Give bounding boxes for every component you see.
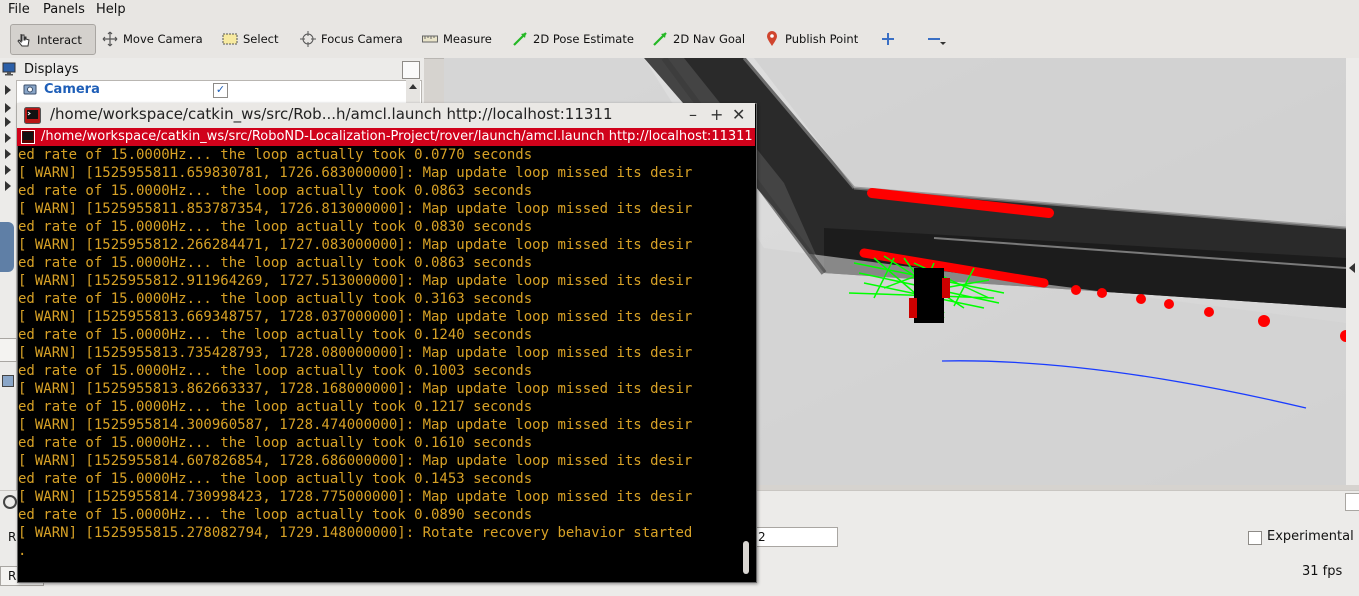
crosshair-icon [300,31,316,47]
terminal-line: [ WARN] [1525955813.862663337, 1728.1680… [18,381,693,397]
menu-bar: File Panels Help [0,0,1359,21]
add-tool-button[interactable] [880,28,901,50]
publish-point-button[interactable]: Publish Point [764,28,858,50]
terminal-app-icon [24,107,41,124]
terminal-line: ed rate of 15.0000Hz... the loop actuall… [18,471,533,487]
displays-title: Displays [24,62,79,77]
pointer-icon [16,32,32,48]
terminal-line: [ WARN] [1525955811.659830781, 1726.6830… [18,165,693,181]
terminal-scrollbar[interactable] [740,146,754,580]
camera-display-icon [23,82,37,96]
terminal-line: [ WARN] [1525955814.300960587, 1728.4740… [18,417,693,433]
terminal-line: ed rate of 15.0000Hz... the loop actuall… [18,435,533,451]
close-icon[interactable]: ✕ [732,105,745,124]
map-pin-icon [764,31,780,47]
terminal-line: [ WARN] [1525955814.730998423, 1728.7750… [18,489,693,505]
clock-icon [3,495,17,509]
tree-gutter [0,80,16,510]
ruler-icon [422,31,438,47]
move-icon [102,31,118,47]
menu-panels[interactable]: Panels [43,2,85,17]
panel-checkbox-right[interactable] [1345,493,1359,511]
focus-camera-button[interactable]: Focus Camera [300,28,403,50]
terminal-line: ed rate of 15.0000Hz... the loop actuall… [18,147,533,163]
select-box-icon [222,31,238,47]
expand-arrow-icon[interactable] [5,149,11,159]
panel-float-button[interactable] [402,61,420,79]
expand-arrow-icon[interactable] [5,85,11,95]
expand-arrow-icon[interactable] [5,181,11,191]
pose-estimate-button[interactable]: 2D Pose Estimate [512,28,634,50]
terminal-line: ed rate of 15.0000Hz... the loop actuall… [18,363,533,379]
terminal-scroll-thumb[interactable] [743,541,749,574]
panel-button-fragment[interactable] [0,338,17,362]
ros-time-label-fragment: R [8,530,17,544]
terminal-line: ed rate of 15.0000Hz... the loop actuall… [18,507,533,523]
display-item-camera[interactable]: Camera [44,82,100,97]
terminal-line: ed rate of 15.0000Hz... the loop actuall… [18,183,533,199]
expand-arrow-icon[interactable] [5,165,11,175]
expand-arrow-icon[interactable] [5,117,11,127]
terminal-tab-title[interactable]: /home/workspace/catkin_ws/src/RoboND-Loc… [41,129,753,144]
terminal-line: ed rate of 15.0000Hz... the loop actuall… [18,255,533,271]
green-arrow-icon [512,31,528,47]
minimize-icon[interactable]: – [689,105,697,124]
terminal-line: [ WARN] [1525955811.853787354, 1726.8130… [18,201,693,217]
experimental-checkbox[interactable] [1248,531,1262,545]
terminal-title: /home/workspace/catkin_ws/src/Rob...h/am… [50,105,613,123]
remove-tool-button[interactable] [926,28,947,50]
terminal-line: ed rate of 15.0000Hz... the loop actuall… [18,399,533,415]
right-dock-strip [1346,58,1359,485]
collapse-arrow-icon[interactable] [1349,263,1355,273]
terminal-line: [ WARN] [1525955812.911964269, 1727.5130… [18,273,693,289]
wall-elapsed-field[interactable]: 2 [755,527,838,547]
terminal-line: [ WARN] [1525955814.607826854, 1728.6860… [18,453,693,469]
expand-arrow-icon[interactable] [5,133,11,143]
terminal-output[interactable]: ed rate of 15.0000Hz... the loop actuall… [18,146,740,580]
terminal-line: [ WARN] [1525955812.266284471, 1727.0830… [18,237,693,253]
menu-file[interactable]: File [8,2,30,17]
terminal-line: [ WARN] [1525955815.278082794, 1729.1480… [18,525,693,541]
interact-button[interactable]: Interact [10,24,96,55]
tool-bar: Interact Move Camera Select Focus Camera… [0,20,1359,59]
maximize-icon[interactable]: + [710,105,723,124]
terminal-line: [ WARN] [1525955813.735428793, 1728.0800… [18,345,693,361]
expand-arrow-icon[interactable] [5,103,11,113]
terminal-line: . [18,543,27,559]
dropdown-arrow-icon [940,42,946,45]
views-icon [2,375,14,387]
measure-button[interactable]: Measure [422,28,492,50]
fps-readout: 31 fps [1302,564,1343,579]
nav-goal-button[interactable]: 2D Nav Goal [652,28,745,50]
terminal-line: [ WARN] [1525955813.669348757, 1728.0370… [18,309,693,325]
plus-icon [880,31,896,47]
terminal-line: ed rate of 15.0000Hz... the loop actuall… [18,219,533,235]
green-arrow-icon [652,31,668,47]
terminal-line: ed rate of 15.0000Hz... the loop actuall… [18,291,533,307]
experimental-label: Experimental [1267,529,1354,544]
monitor-icon [2,62,16,76]
terminal-tab-icon [21,130,35,144]
left-dock-handle[interactable] [0,222,14,272]
move-camera-button[interactable]: Move Camera [102,28,203,50]
terminal-line: ed rate of 15.0000Hz... the loop actuall… [18,327,533,343]
select-button[interactable]: Select [222,28,278,50]
menu-help[interactable]: Help [96,2,126,17]
camera-enabled-checkbox[interactable]: ✓ [213,83,228,98]
robot-model [909,268,950,323]
